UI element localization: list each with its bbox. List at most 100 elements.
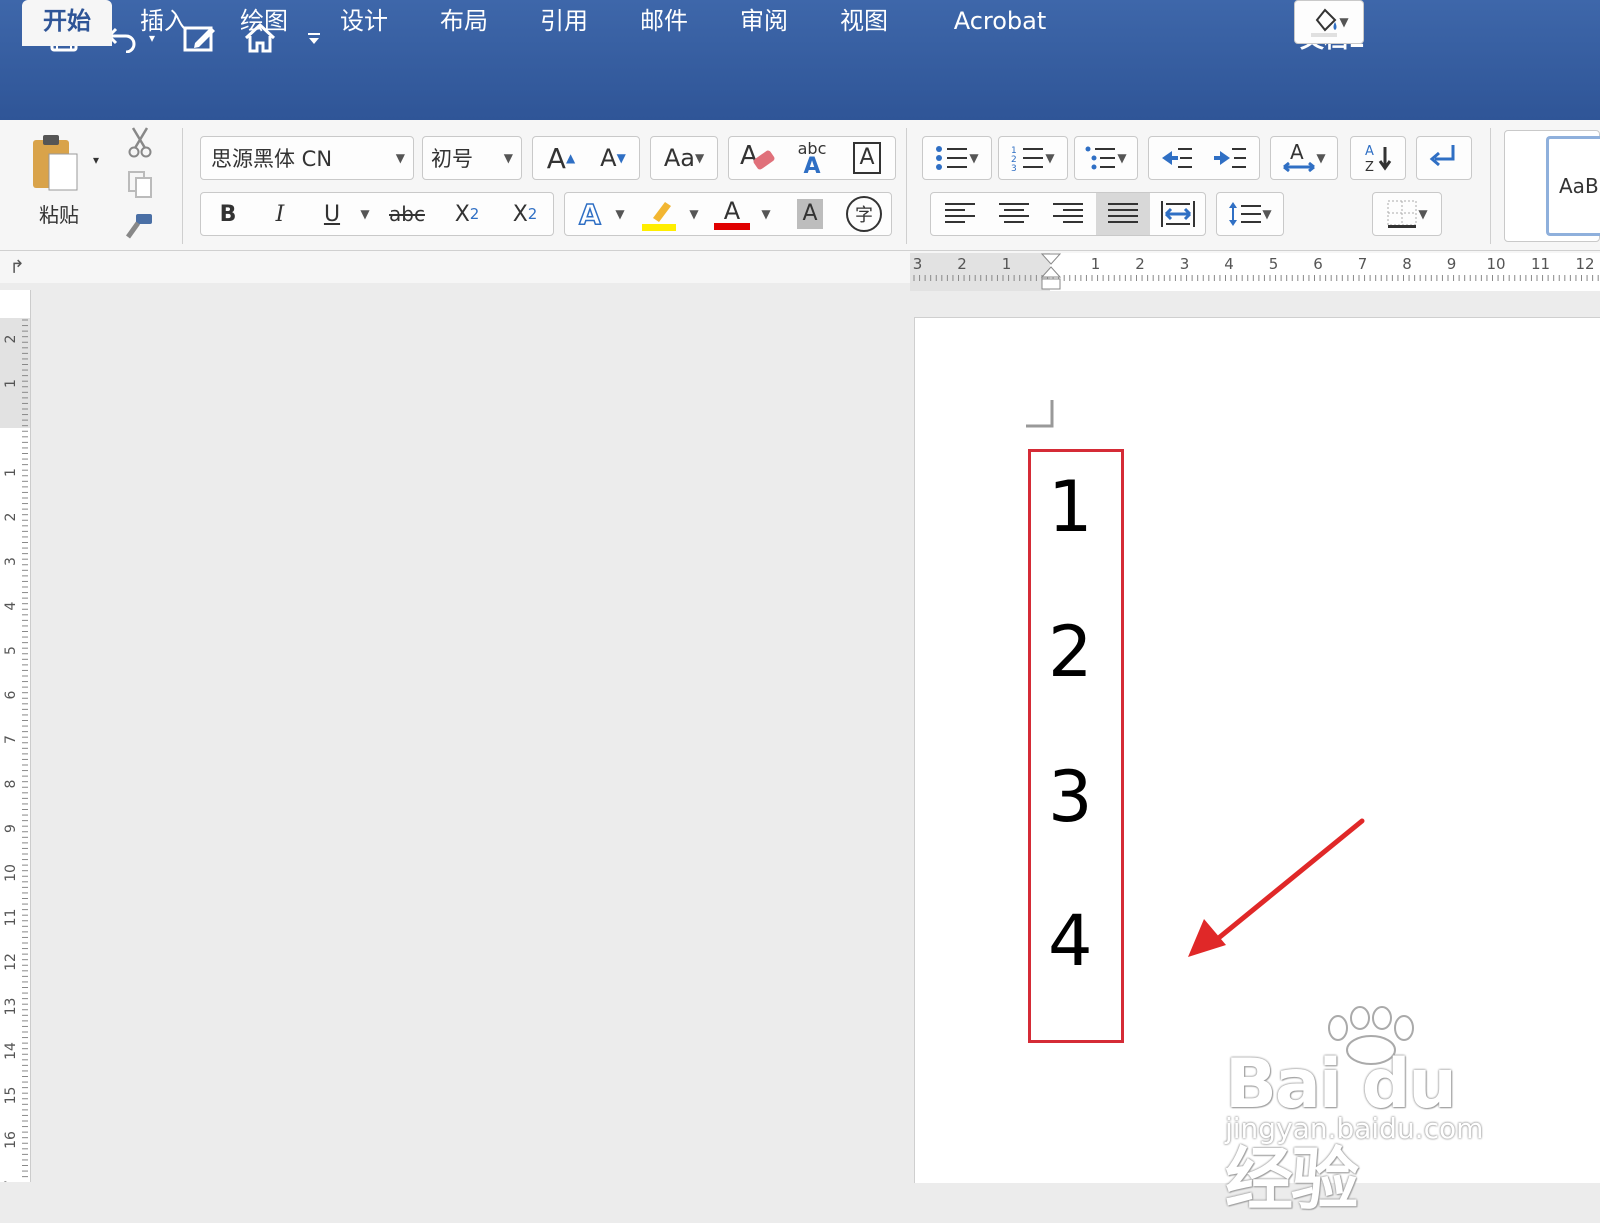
decrease-indent-button[interactable] bbox=[1152, 138, 1202, 178]
tab-design[interactable]: 设计 bbox=[324, 0, 404, 46]
chevron-down-icon: ▼ bbox=[395, 151, 405, 165]
font-size-value: 初号 bbox=[431, 147, 473, 171]
paint-bucket-icon bbox=[1311, 8, 1338, 37]
sort-icon: AZ bbox=[1365, 144, 1392, 175]
ruler-label: 15 bbox=[3, 1087, 19, 1105]
shrink-font-button[interactable]: A ▼ bbox=[588, 138, 638, 178]
ruler-label: 6 bbox=[3, 690, 19, 699]
tab-selector-icon[interactable]: ↱ bbox=[4, 254, 30, 280]
font-name-select[interactable]: 思源黑体 CN ▼ bbox=[200, 136, 414, 180]
highlight-button[interactable] bbox=[634, 194, 684, 234]
grow-font-icon: A bbox=[546, 141, 566, 175]
ruler-label: 3 bbox=[913, 255, 923, 273]
character-shading-button[interactable]: A bbox=[788, 194, 832, 234]
tab-references[interactable]: 引用 bbox=[524, 0, 604, 46]
tab-review[interactable]: 审阅 bbox=[724, 0, 804, 46]
change-case-button[interactable]: Aa ▼ bbox=[650, 136, 718, 180]
tab-home[interactable]: 开始 bbox=[22, 0, 112, 46]
arrow-up-icon: ▲ bbox=[565, 151, 576, 165]
font-size-select[interactable]: 初号 ▼ bbox=[422, 136, 522, 180]
chevron-down-icon: ▼ bbox=[694, 151, 705, 165]
phonetic-guide-button[interactable]: abc A bbox=[786, 136, 838, 180]
font-color-button[interactable]: A bbox=[708, 194, 756, 234]
ruler-label: 2 bbox=[1135, 255, 1145, 273]
paste-icon[interactable] bbox=[20, 130, 90, 196]
tab-view[interactable]: 视图 bbox=[824, 0, 904, 46]
vertical-ruler-ticks: 21123456789101112131415167 bbox=[3, 319, 28, 1182]
ruler-label: 10 bbox=[1486, 255, 1505, 273]
font-color-dropdown-icon[interactable]: ▼ bbox=[758, 194, 774, 234]
tab-acrobat[interactable]: Acrobat bbox=[940, 0, 1060, 46]
superscript-digit: 2 bbox=[527, 205, 538, 223]
svg-text:A: A bbox=[1290, 141, 1304, 164]
enclose-character-button[interactable]: 字 bbox=[840, 194, 888, 234]
highlight-dropdown-icon[interactable]: ▼ bbox=[686, 194, 702, 234]
strikethrough-button[interactable]: abc bbox=[378, 194, 436, 234]
ruler-label: 5 bbox=[3, 646, 19, 655]
justify-button[interactable] bbox=[1096, 193, 1150, 235]
grow-font-button[interactable]: A ▲ bbox=[536, 138, 586, 178]
superscript-button[interactable]: X2 bbox=[498, 194, 552, 234]
increase-indent-button[interactable] bbox=[1206, 138, 1256, 178]
chevron-down-icon: ▼ bbox=[1262, 207, 1272, 221]
paste-dropdown-icon[interactable]: ▾ bbox=[88, 150, 104, 170]
align-right-icon bbox=[1053, 203, 1083, 223]
red-arrow-annotation bbox=[1188, 818, 1365, 957]
format-painter-icon[interactable] bbox=[122, 208, 158, 244]
align-center-button[interactable] bbox=[988, 194, 1040, 234]
align-left-button[interactable] bbox=[934, 194, 986, 234]
multilevel-list-button[interactable]: ▼ bbox=[1074, 136, 1138, 180]
text-effects-button[interactable]: A bbox=[568, 194, 612, 234]
sort-button[interactable]: AZ bbox=[1350, 136, 1406, 180]
distributed-icon bbox=[1161, 201, 1195, 227]
ruler-label: 10 bbox=[3, 864, 19, 882]
ruler-label: 16 bbox=[3, 1131, 19, 1149]
document-line-4[interactable]: 4 bbox=[1048, 891, 1108, 991]
italic-button[interactable]: I bbox=[256, 194, 304, 234]
copy-icon[interactable] bbox=[122, 166, 158, 202]
cut-icon[interactable] bbox=[122, 124, 158, 160]
ruler-label: 14 bbox=[3, 1042, 19, 1060]
line-spacing-button[interactable]: ▼ bbox=[1216, 192, 1284, 236]
asian-layout-button[interactable]: A ▼ bbox=[1270, 136, 1338, 180]
decrease-indent-icon bbox=[1162, 148, 1192, 168]
customize-qat-icon[interactable] bbox=[302, 18, 326, 58]
paste-label[interactable]: 粘贴 bbox=[26, 198, 92, 228]
ruler-label: 8 bbox=[3, 780, 19, 789]
text-effects-dropdown-icon[interactable]: ▼ bbox=[612, 194, 628, 234]
style-normal-preview[interactable]: AaBl bbox=[1546, 136, 1600, 236]
borders-button[interactable]: ▼ bbox=[1372, 192, 1442, 236]
ruler-label: 3 bbox=[1180, 255, 1190, 273]
ruler-label: 2 bbox=[3, 513, 19, 522]
increase-indent-icon bbox=[1214, 148, 1246, 168]
clear-formatting-button[interactable]: A bbox=[732, 138, 784, 178]
shrink-font-icon: A bbox=[600, 144, 617, 172]
distributed-button[interactable] bbox=[1152, 194, 1204, 234]
tab-insert[interactable]: 插入 bbox=[124, 0, 204, 46]
tab-draw[interactable]: 绘图 bbox=[224, 0, 304, 46]
change-case-icon: Aa bbox=[663, 144, 695, 172]
tab-layout[interactable]: 布局 bbox=[424, 0, 504, 46]
underline-dropdown-icon[interactable]: ▼ bbox=[356, 194, 374, 234]
align-right-button[interactable] bbox=[1042, 194, 1094, 234]
indent-marker-icon[interactable] bbox=[1040, 253, 1062, 293]
character-border-button[interactable]: A bbox=[842, 138, 892, 178]
ruler-label: 3 bbox=[3, 557, 19, 566]
bold-button[interactable]: B bbox=[204, 194, 252, 234]
chevron-down-icon: ▼ bbox=[503, 151, 513, 165]
document-line-2[interactable]: 2 bbox=[1048, 602, 1108, 702]
subscript-button[interactable]: X2 bbox=[440, 194, 494, 234]
ruler-label: 1 bbox=[3, 379, 19, 388]
underline-button[interactable]: U bbox=[310, 194, 354, 234]
document-line-1[interactable]: 1 bbox=[1048, 457, 1108, 557]
numbering-button[interactable]: 123 ▼ bbox=[998, 136, 1068, 180]
document-line-3[interactable]: 3 bbox=[1048, 747, 1108, 847]
bullets-button[interactable]: ▼ bbox=[922, 136, 992, 180]
tab-mailings[interactable]: 邮件 bbox=[624, 0, 704, 46]
subscript-digit: 2 bbox=[469, 205, 480, 223]
ruler-label: 11 bbox=[3, 909, 19, 927]
show-formatting-button[interactable] bbox=[1416, 136, 1472, 180]
shading-button[interactable]: ▼ bbox=[1294, 0, 1364, 44]
ruler-label: 9 bbox=[1447, 255, 1457, 273]
ruler-label: 9 bbox=[3, 824, 19, 833]
